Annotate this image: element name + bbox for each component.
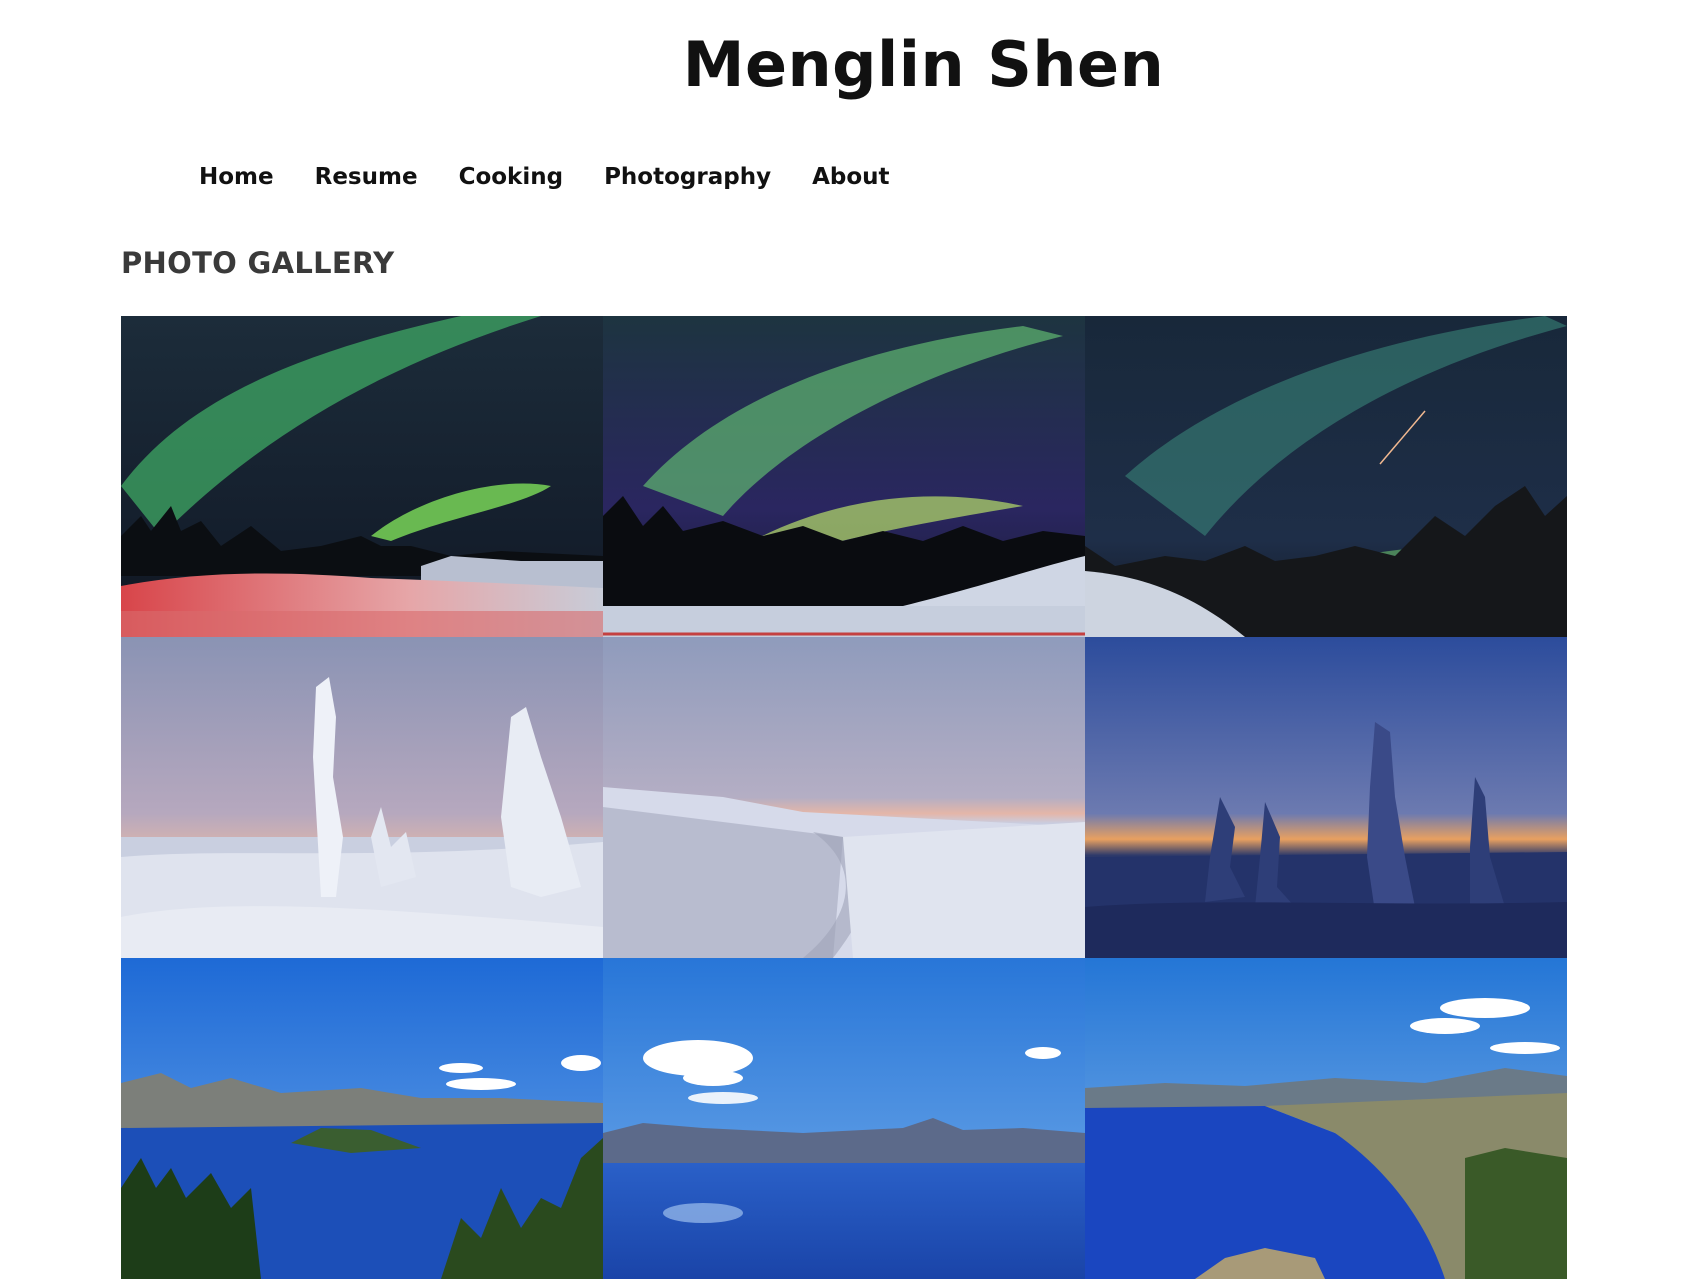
photo-gallery [121, 316, 1567, 1279]
gallery-heading: PHOTO GALLERY [121, 246, 395, 280]
gallery-photo-lake-2[interactable] [603, 958, 1085, 1279]
gallery-photo-snow-1[interactable] [121, 637, 603, 958]
gallery-photo-lake-1[interactable] [121, 958, 603, 1279]
nav-link-home[interactable]: Home [199, 164, 274, 190]
nav-link-photography[interactable]: Photography [604, 164, 771, 190]
site-title[interactable]: Menglin Shen [0, 28, 1687, 101]
main-nav: Home Resume Cooking Photography About [199, 164, 931, 190]
gallery-photo-aurora-1[interactable] [121, 316, 603, 637]
nav-link-cooking[interactable]: Cooking [459, 164, 564, 190]
gallery-photo-snow-3[interactable] [1085, 637, 1567, 958]
nav-link-resume[interactable]: Resume [315, 164, 418, 190]
gallery-photo-snow-2[interactable] [603, 637, 1085, 958]
nav-link-about[interactable]: About [812, 164, 889, 190]
gallery-photo-lake-3[interactable] [1085, 958, 1567, 1279]
gallery-photo-aurora-2[interactable] [603, 316, 1085, 637]
gallery-photo-aurora-3[interactable] [1085, 316, 1567, 637]
